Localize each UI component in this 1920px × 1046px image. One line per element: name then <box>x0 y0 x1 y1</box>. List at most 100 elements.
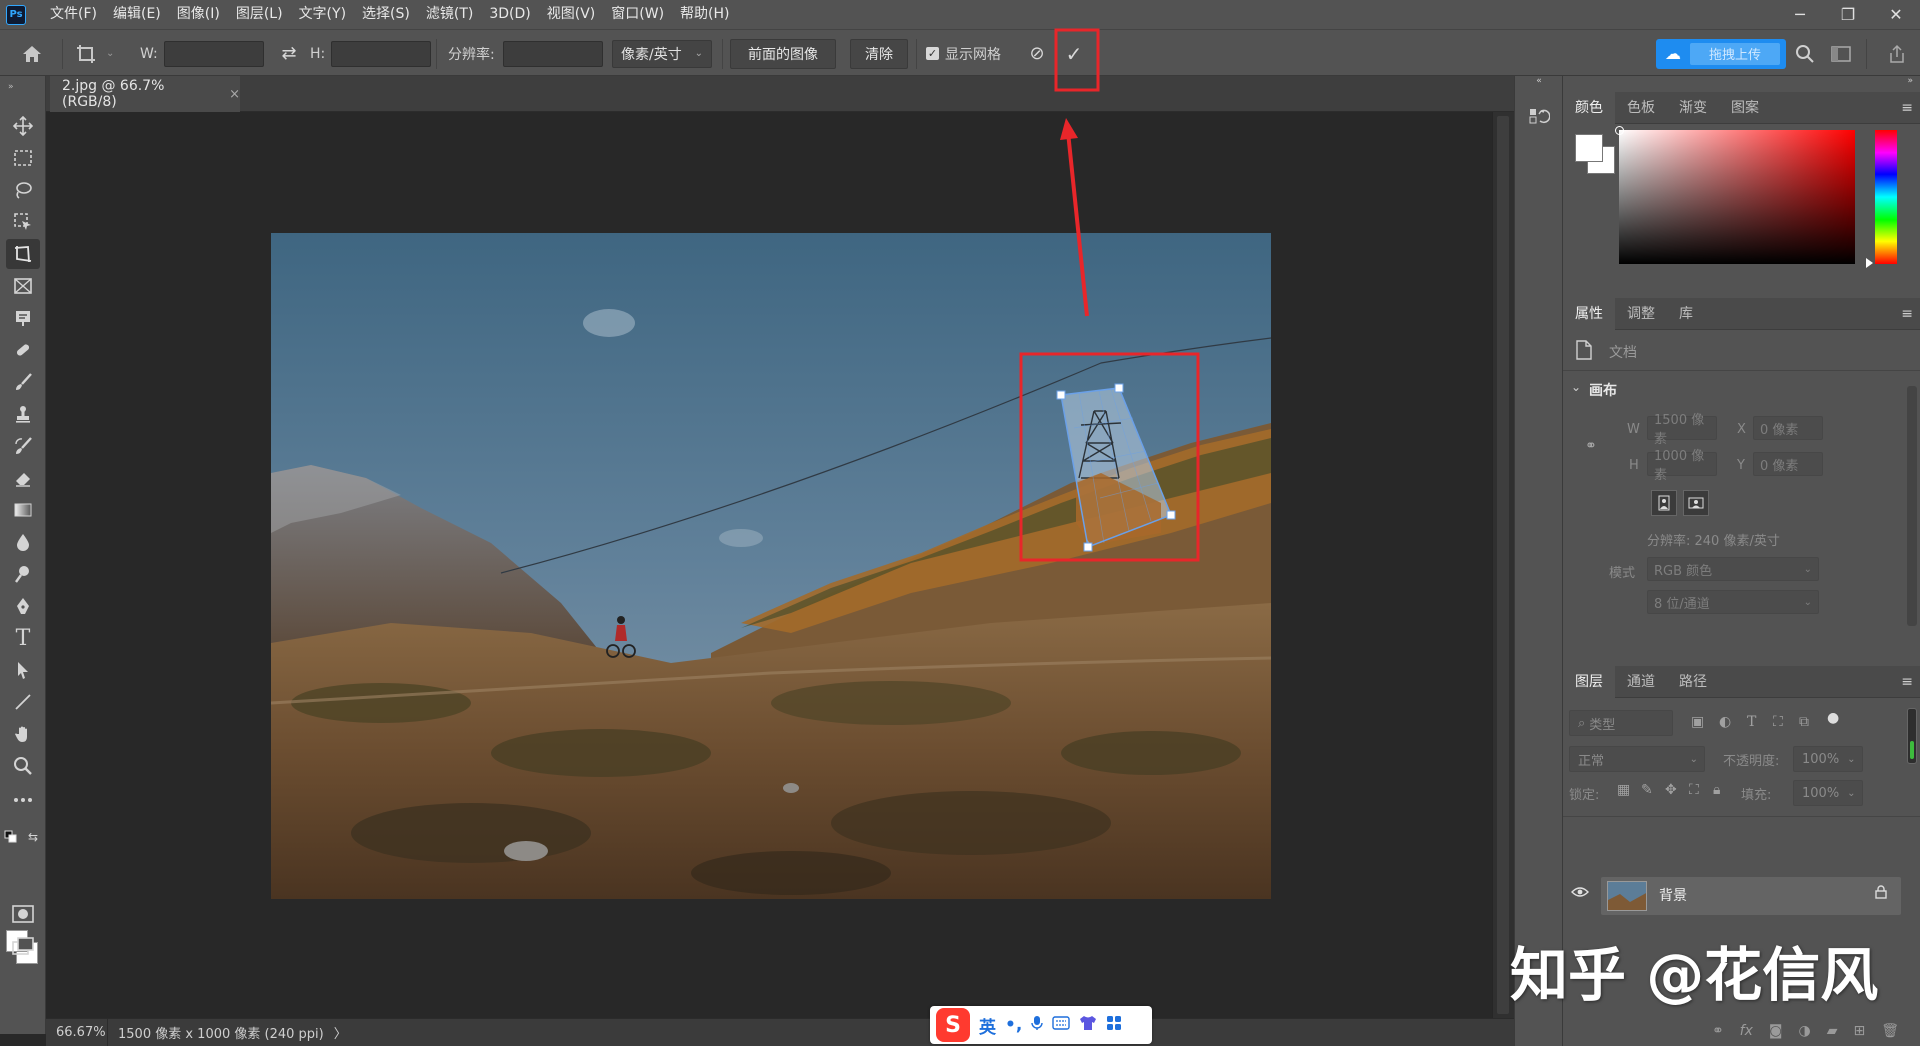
layers-panel-tabs: 图层 通道 路径 ≡ <box>1563 665 1920 698</box>
fill-field[interactable]: 100% ⌄ <box>1793 780 1863 806</box>
tab-patterns[interactable]: 图案 <box>1719 92 1771 124</box>
color-mode-value: RGB 颜色 <box>1654 563 1713 579</box>
folder-icon[interactable]: ▰ <box>1827 1023 1838 1039</box>
color-picker-cursor[interactable] <box>1615 126 1624 135</box>
chevron-down-icon: ⌄ <box>1847 787 1856 799</box>
new-layer-icon[interactable]: ⊞ <box>1853 1023 1865 1039</box>
skin-icon[interactable] <box>1079 1015 1097 1035</box>
collapse-icon[interactable]: « <box>1515 76 1563 92</box>
blend-mode-value: 正常 <box>1578 753 1605 769</box>
lock-image-icon[interactable]: ✎ <box>1641 782 1653 798</box>
sogou-logo-icon[interactable]: S <box>936 1008 970 1042</box>
apps-icon[interactable] <box>1106 1015 1122 1035</box>
ime-toolbar: S 英 •, <box>930 1006 1152 1044</box>
tab-paths[interactable]: 路径 <box>1667 666 1719 698</box>
color-picker-field[interactable] <box>1615 126 1855 264</box>
tab-libraries[interactable]: 库 <box>1667 298 1705 330</box>
lock-position-icon[interactable]: ✥ <box>1665 782 1677 798</box>
annotation-arrow <box>1066 131 1089 317</box>
lock-artboard-icon[interactable]: ⛶ <box>1689 782 1699 798</box>
properties-panel: 文档 ⌄ 画布 W 1500 像素 X 0 像素 ⚭ H 1000 像素 Y 0… <box>1563 330 1920 662</box>
tab-swatches[interactable]: 色板 <box>1615 92 1667 124</box>
canvas-x-label: X <box>1737 422 1746 437</box>
fx-icon[interactable]: fx <box>1740 1023 1753 1039</box>
chevron-down-icon[interactable]: ⌄ <box>1571 380 1581 394</box>
canvas-section-title: 画布 <box>1589 383 1617 399</box>
properties-scrollbar[interactable] <box>1907 386 1917 626</box>
tab-layers[interactable]: 图层 <box>1563 665 1615 698</box>
lock-label: 锁定: <box>1569 788 1600 803</box>
trash-icon[interactable]: 🗑︎ <box>1881 1023 1899 1039</box>
bit-depth-value: 8 位/通道 <box>1654 596 1710 612</box>
zoom-level[interactable]: 66.67% <box>46 1018 108 1046</box>
canvas-y-field[interactable]: 0 像素 <box>1753 452 1823 476</box>
expand-panels-icon[interactable]: » <box>1563 76 1920 90</box>
hue-slider[interactable] <box>1866 130 1897 268</box>
tab-color[interactable]: 颜色 <box>1563 91 1615 124</box>
lock-transparent-icon[interactable]: ▦ <box>1617 782 1630 798</box>
panel-menu-icon[interactable]: ≡ <box>1901 666 1913 698</box>
ime-punctuation[interactable]: •, <box>1005 1015 1022 1035</box>
link-icon[interactable]: ⚭ <box>1712 1023 1724 1039</box>
landscape-orientation-icon[interactable] <box>1683 490 1709 516</box>
pixel-layer-filter-icon[interactable]: ▣ <box>1691 714 1704 730</box>
document-icon <box>1575 340 1593 364</box>
layer-filter-select[interactable]: ⌕ 类型 <box>1569 710 1673 736</box>
ime-mode[interactable]: 英 <box>979 1013 996 1038</box>
layer-lock-icon[interactable] <box>1875 877 1887 915</box>
layer-thumbnail <box>1607 881 1647 911</box>
visibility-eye-icon[interactable] <box>1571 886 1589 902</box>
panel-menu-icon[interactable]: ≡ <box>1901 92 1913 124</box>
watermark: 知乎 @花信风 <box>1510 941 1879 1009</box>
layers-footer: ⚭ fx ◙ ◑ ▰ ⊞ 🗑︎ <box>1563 1016 1920 1046</box>
portrait-orientation-icon[interactable] <box>1651 490 1677 516</box>
canvas-width-field[interactable]: 1500 像素 <box>1647 413 1717 447</box>
layer-filter-value: 类型 <box>1589 717 1616 733</box>
link-icon[interactable]: ⚭ <box>1585 438 1597 454</box>
canvas-width-label: W <box>1627 422 1640 437</box>
color-mode-select[interactable]: RGB 颜色 ⌄ <box>1647 557 1819 581</box>
commit-highlight-box <box>1054 28 1100 92</box>
lock-all-icon[interactable]: 🔒︎ <box>1713 782 1720 798</box>
foreground-color-swatch[interactable] <box>1575 134 1603 162</box>
hue-slider-handle[interactable] <box>1866 258 1873 268</box>
status-arrow-icon[interactable]: 〉 <box>334 1023 347 1042</box>
mask-icon[interactable]: ◙ <box>1769 1023 1783 1039</box>
keyboard-icon[interactable] <box>1052 1016 1071 1034</box>
tab-adjustments[interactable]: 调整 <box>1615 298 1667 330</box>
history-panel-icon[interactable] <box>1525 104 1553 132</box>
layer-name[interactable]: 背景 <box>1659 877 1687 915</box>
smart-object-filter-icon[interactable]: ⧉ <box>1799 714 1809 730</box>
canvas-height-field[interactable]: 1000 像素 <box>1647 449 1717 483</box>
chevron-down-icon: ⌄ <box>1803 563 1812 575</box>
type-layer-filter-icon[interactable]: T <box>1747 714 1756 730</box>
selection-highlight-box <box>1019 352 1200 562</box>
divider <box>1563 816 1920 817</box>
collapsed-panel-dock: « <box>1514 76 1562 1046</box>
tab-properties[interactable]: 属性 <box>1563 297 1615 330</box>
color-panel <box>1563 124 1920 270</box>
opacity-field[interactable]: 100% ⌄ <box>1793 746 1863 772</box>
shape-layer-filter-icon[interactable]: ⛶ <box>1773 714 1783 730</box>
canvas-y-label: Y <box>1737 458 1745 473</box>
canvas-x-field[interactable]: 0 像素 <box>1753 416 1823 440</box>
properties-panel-tabs: 属性 调整 库 ≡ <box>1563 297 1920 330</box>
tab-channels[interactable]: 通道 <box>1615 666 1667 698</box>
blend-mode-select[interactable]: 正常 ⌄ <box>1569 746 1705 772</box>
mic-icon[interactable] <box>1031 1015 1044 1035</box>
bit-depth-select[interactable]: 8 位/通道 ⌄ <box>1647 590 1819 614</box>
panel-menu-icon[interactable]: ≡ <box>1901 298 1913 330</box>
chevron-down-icon: ⌄ <box>1803 596 1812 608</box>
tab-gradients[interactable]: 渐变 <box>1667 92 1719 124</box>
layers-scrollbar[interactable] <box>1907 708 1917 764</box>
filter-toggle-icon[interactable]: ● <box>1827 710 1839 726</box>
panel-column: » 颜色 色板 渐变 图案 ≡ 属性 调整 库 ≡ 文档 ⌄ 画布 W 1500… <box>1562 76 1920 1046</box>
document-info: 1500 像素 x 1000 像素 (240 ppi) <box>118 1027 324 1042</box>
scrollbar-thumb[interactable] <box>1910 741 1914 759</box>
fill-value: 100% <box>1802 785 1840 801</box>
adjustment-layer-filter-icon[interactable]: ◐ <box>1719 714 1731 730</box>
search-icon: ⌕ <box>1578 715 1586 731</box>
opacity-value: 100% <box>1802 751 1840 767</box>
layer-row-background[interactable]: 背景 <box>1601 877 1901 915</box>
adjustment-icon[interactable]: ◑ <box>1798 1023 1810 1039</box>
